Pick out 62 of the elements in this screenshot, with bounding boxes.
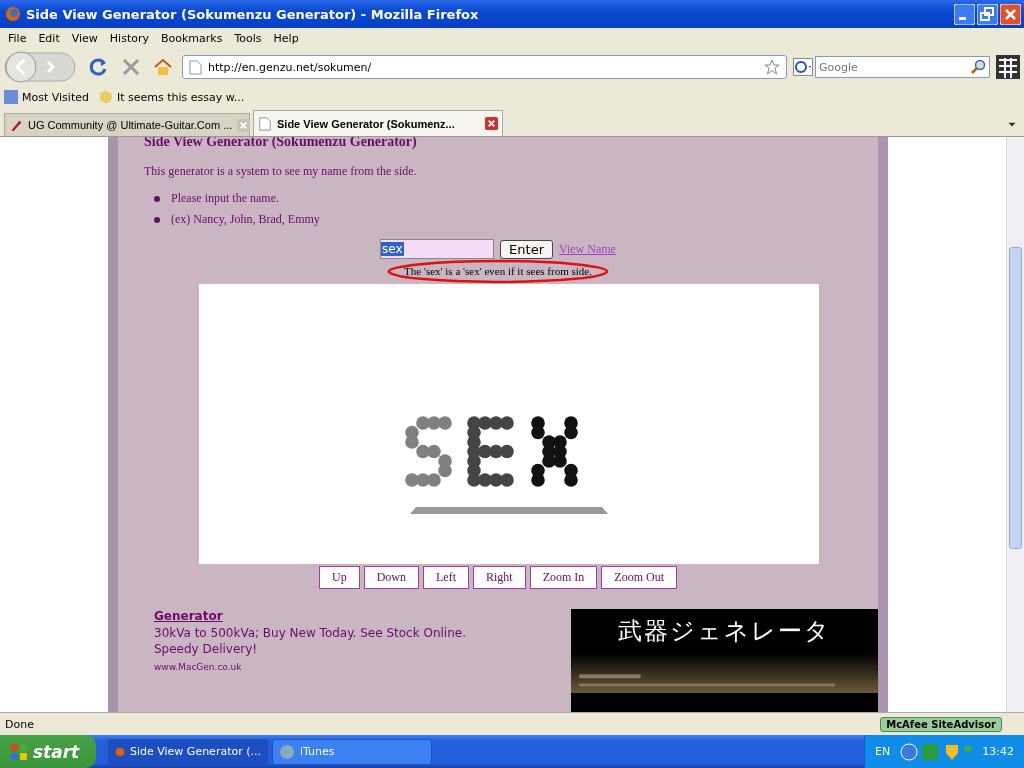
taskbar-button[interactable]: Side View Generator (... xyxy=(108,738,268,765)
close-icon[interactable] xyxy=(485,117,498,130)
bookmark-item[interactable]: Most Visited xyxy=(4,90,89,104)
reload-icon[interactable] xyxy=(89,57,109,77)
tray-icons-drawing[interactable] xyxy=(900,742,973,761)
address-bar[interactable]: http://en.genzu.net/sokumen/ xyxy=(182,55,787,79)
windows-logo xyxy=(10,742,28,761)
nav-button[interactable]: Zoom Out xyxy=(601,566,677,589)
ad-url-link[interactable]: www.MacGen.co.uk xyxy=(154,662,242,672)
ad-title-link[interactable]: Generator xyxy=(154,609,223,623)
search-icon[interactable] xyxy=(970,59,986,75)
ad-text: 30kVa to 500kVa; Buy New Today. See Stock Online. Speedy Delivery! xyxy=(154,625,467,657)
tab[interactable]: Side View Generator (Sokumenz... xyxy=(253,110,503,136)
menu-item[interactable]: Edit xyxy=(32,29,66,47)
name-field[interactable]: sex xyxy=(380,239,495,259)
nav-button[interactable]: Up xyxy=(319,566,360,589)
bullet-icon xyxy=(154,195,160,202)
menu-item[interactable]: Bookmarks xyxy=(155,29,229,47)
banner-title: 武器ジェネレータ xyxy=(618,616,831,647)
window-title: Side View Generator (Sokumenzu Generator) - Mozilla Firefox xyxy=(26,6,480,22)
page-heading: Side View Generator (Sokumenzu Generator) xyxy=(144,137,418,150)
nav-button[interactable]: Zoom In xyxy=(529,566,598,589)
scrollbar[interactable] xyxy=(1006,137,1024,712)
bullet-item: Please input the name. xyxy=(171,191,279,206)
nav-button[interactable]: Right xyxy=(473,566,526,589)
menu-item[interactable]: File xyxy=(2,29,33,47)
language-indicator[interactable]: EN xyxy=(875,745,891,758)
tab-label: UG Community @ Ultimate-Guitar.Com ... xyxy=(28,119,233,131)
globe-icon xyxy=(98,90,113,104)
bullet-icon xyxy=(154,216,160,223)
taskbar-button[interactable]: iTunes xyxy=(272,738,432,765)
tab[interactable]: UG Community @ Ultimate-Guitar.Com ... xyxy=(4,113,250,136)
search-engine-icon[interactable] xyxy=(793,56,813,78)
grid-icon[interactable] xyxy=(996,55,1020,79)
minimize-icon[interactable] xyxy=(954,3,975,25)
page-icon xyxy=(189,59,202,75)
menu-item[interactable]: View xyxy=(65,29,104,47)
folder-icon xyxy=(4,90,18,104)
star-icon[interactable] xyxy=(764,59,780,75)
enter-button[interactable]: Enter xyxy=(500,239,553,259)
start-button[interactable]: start xyxy=(0,735,96,768)
clock: 13:42 xyxy=(982,745,1014,758)
browser-icon xyxy=(5,6,21,22)
nav-button[interactable]: Left xyxy=(423,566,469,589)
menu-item[interactable]: Tools xyxy=(228,29,268,47)
addon-badge[interactable]: McAfee SiteAdvisor xyxy=(880,716,1002,732)
status-text: Done xyxy=(5,717,34,731)
menu-item[interactable]: Help xyxy=(267,29,305,47)
bookmark-label: Most Visited xyxy=(22,90,89,104)
banner-ad[interactable]: 武器ジェネレータ xyxy=(571,609,878,712)
restore-icon[interactable] xyxy=(977,3,998,25)
page-icon xyxy=(258,116,272,131)
app-icon xyxy=(279,743,295,760)
nav-button[interactable]: Down xyxy=(363,566,419,589)
home-icon[interactable] xyxy=(153,57,173,77)
close-icon[interactable] xyxy=(1000,3,1021,25)
tab-label: Side View Generator (Sokumenz... xyxy=(277,117,456,130)
menu-item[interactable]: History xyxy=(103,29,155,47)
bullet-item: (ex) Nancy, John, Brad, Emmy xyxy=(171,212,320,227)
intro-text: This generator is a system to see my name from the side. xyxy=(144,164,418,179)
result-text: The 'sex' is a 'sex' even if it sees from side. xyxy=(404,265,592,277)
search-field[interactable]: Google xyxy=(815,56,990,78)
